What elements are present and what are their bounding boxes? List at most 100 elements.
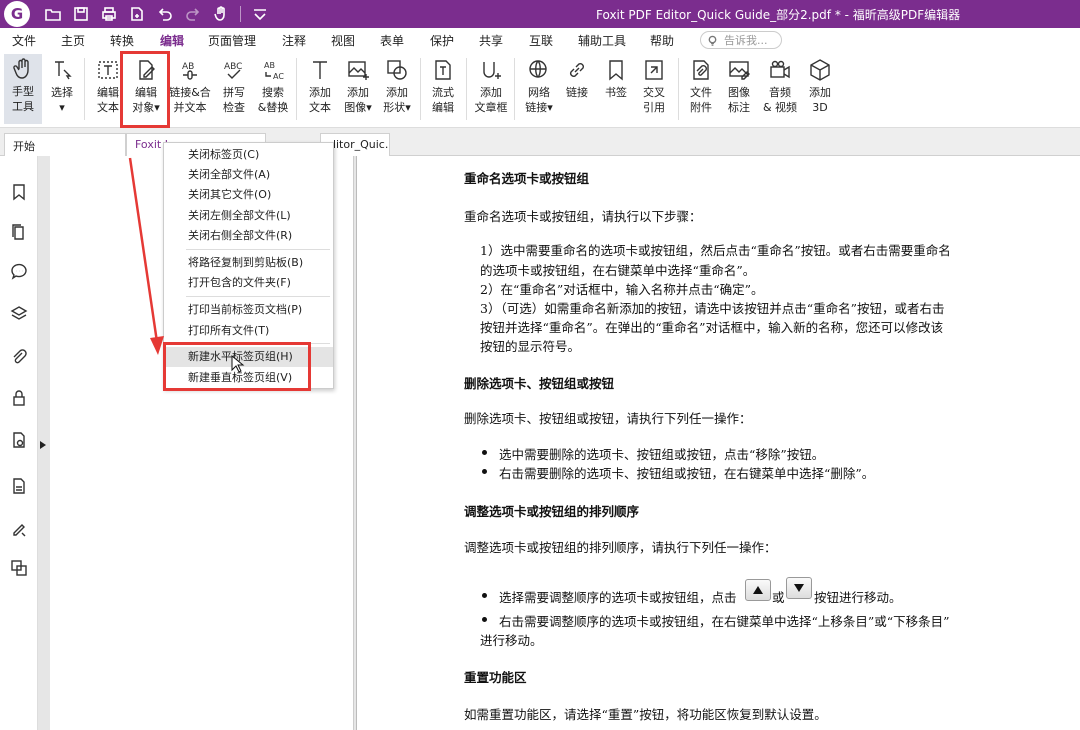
flow-edit-icon: [428, 55, 458, 85]
hand-icon: [8, 54, 38, 84]
save-icon[interactable]: [72, 5, 90, 23]
image-annotation-icon: [724, 55, 754, 85]
bookmark-panel-icon[interactable]: [9, 182, 29, 202]
menu-convert[interactable]: 转换: [110, 32, 134, 49]
select-tool-button[interactable]: 选择 ▾: [42, 55, 82, 115]
hand-tool-dropdown-icon[interactable]: [212, 5, 230, 23]
step-1-line-2: 的选项卡或按钮组，在右键菜单中选择“重命名”。: [480, 263, 756, 278]
reorder-option-2-line-2: 进行移动。: [480, 633, 543, 648]
attachments-panel-icon[interactable]: [9, 346, 29, 366]
heading-reorder: 调整选项卡或按钮组的排列顺序: [464, 504, 640, 519]
menu-print-current-tab[interactable]: 打印当前标签页文档(P): [164, 300, 333, 320]
heading-rename: 重命名选项卡或按钮组: [464, 171, 590, 186]
menu-help[interactable]: 帮助: [650, 32, 674, 49]
select-cursor-icon: [47, 55, 77, 85]
print-icon[interactable]: [100, 5, 118, 23]
hand-tool-button[interactable]: 手型 工具: [4, 54, 42, 124]
ribbon-separator: [420, 58, 421, 120]
add-text-label: 添加 文本: [309, 86, 331, 114]
customize-toolbar-icon[interactable]: [251, 5, 269, 23]
pages-panel-icon[interactable]: [9, 222, 29, 242]
menu-connect[interactable]: 互联: [529, 32, 553, 49]
tell-me-search[interactable]: 告诉我...: [700, 31, 782, 49]
menu-protect[interactable]: 保护: [430, 32, 454, 49]
menu-close-right-files[interactable]: 关闭右侧全部文件(R): [164, 226, 333, 246]
tell-me-placeholder: 告诉我...: [724, 34, 768, 47]
file-attachment-button[interactable]: 文件 附件: [681, 55, 721, 115]
menu-close-other-files[interactable]: 关闭其它文件(O): [164, 185, 333, 205]
add-text-button[interactable]: 添加 文本: [300, 55, 340, 115]
add-image-button[interactable]: 添加 图像▾: [338, 55, 378, 115]
menu-share[interactable]: 共享: [479, 32, 503, 49]
link-merge-text-button[interactable]: AB 链接&合 并文本: [169, 55, 211, 115]
window-title: Foxit PDF Editor_Quick Guide_部分2.pdf * -…: [596, 8, 961, 22]
reorder-option-1-end: 按钮进行移动。: [814, 590, 902, 605]
menu-close-tab[interactable]: 关闭标签页(C): [164, 145, 333, 165]
bookmark-label: 书签: [605, 86, 627, 99]
reorder-option-1-text: 选择需要调整顺序的选项卡或按钮组，点击: [499, 590, 737, 605]
panel-expand-arrow-icon[interactable]: [39, 440, 47, 450]
page-overlay-icon[interactable]: [9, 558, 29, 578]
paragraph-rename-intro: 重命名选项卡或按钮组，请执行以下步骤：: [464, 209, 702, 224]
lightbulb-icon: [708, 35, 717, 46]
signature-panel-icon[interactable]: [9, 430, 29, 450]
menu-page-manage[interactable]: 页面管理: [208, 32, 256, 49]
spell-check-icon: ABC: [219, 55, 249, 85]
menu-open-containing-folder[interactable]: 打开包含的文件夹(F): [164, 273, 333, 293]
highlight-box-tab-group: [163, 342, 311, 391]
menu-view[interactable]: 视图: [331, 32, 355, 49]
new-page-icon[interactable]: [128, 5, 146, 23]
spell-check-label: 拼写 检查: [223, 86, 245, 114]
add-shape-icon: [382, 55, 412, 85]
image-annotation-label: 图像 标注: [728, 86, 750, 114]
bullet: [482, 469, 487, 474]
spell-check-button[interactable]: ABC 拼写 检查: [214, 55, 254, 115]
menu-file[interactable]: 文件: [12, 32, 36, 49]
add-shape-button[interactable]: 添加 形状▾: [377, 55, 417, 115]
step-3-line-2: 按钮并选择“重命名”。在弹出的“重命名”对话框中，输入新的名称，您还可以修改该: [480, 320, 944, 335]
bookmark-button[interactable]: 书签: [596, 55, 636, 100]
audio-video-button[interactable]: 音频 & 视频: [760, 55, 800, 115]
menu-close-all-files[interactable]: 关闭全部文件(A): [164, 165, 333, 185]
add-3d-button[interactable]: 添加 3D: [800, 55, 840, 115]
ribbon-separator: [678, 58, 679, 120]
tab-start[interactable]: 开始: [4, 133, 126, 156]
menu-copy-path[interactable]: 将路径复制到剪贴板(B): [164, 253, 333, 273]
toolbar-separator: [240, 6, 241, 22]
menu-home[interactable]: 主页: [61, 32, 85, 49]
menu-edit[interactable]: 编辑: [157, 32, 187, 54]
redo-icon[interactable]: [184, 5, 202, 23]
image-annotation-button[interactable]: 图像 标注: [719, 55, 759, 115]
link-button[interactable]: 链接: [557, 55, 597, 100]
menu-print-all-files[interactable]: 打印所有文件(T): [164, 321, 333, 341]
step-2: 2）在“重命名”对话框中，输入名称并点击“确定”。: [480, 282, 764, 297]
add-text-icon: [305, 55, 335, 85]
title-bar: G Foxit PDF Editor_Quick Guide_部分2.pdf *…: [0, 0, 1080, 28]
menu-comment[interactable]: 注释: [282, 32, 306, 49]
cross-reference-button[interactable]: 交叉 引用: [634, 55, 674, 115]
add-textbox-label: 添加 文章框: [474, 86, 508, 114]
menu-close-left-files[interactable]: 关闭左侧全部文件(L): [164, 206, 333, 226]
file-attachment-icon: [686, 55, 716, 85]
heading-delete: 删除选项卡、按钮组或按钮: [464, 376, 615, 391]
layers-panel-icon[interactable]: [9, 304, 29, 324]
edit-text-icon: [93, 55, 123, 85]
open-folder-icon[interactable]: [44, 5, 62, 23]
web-link-button[interactable]: 网络 链接▾: [519, 55, 559, 115]
paragraph-reset: 如需重置功能区，请选择“重置”按钮，将功能区恢复到默认设置。: [464, 707, 827, 722]
menu-form[interactable]: 表单: [380, 32, 404, 49]
triangle-up-icon: [753, 586, 763, 594]
undo-icon[interactable]: [156, 5, 174, 23]
document-content-icon[interactable]: [9, 476, 29, 496]
pen-sign-icon[interactable]: [9, 518, 29, 538]
flow-edit-button[interactable]: 流式 编辑: [423, 55, 463, 115]
bullet: [482, 450, 487, 455]
security-lock-icon[interactable]: [9, 388, 29, 408]
add-textbox-button[interactable]: 添加 文章框: [471, 55, 511, 115]
menu-accessibility[interactable]: 辅助工具: [578, 32, 626, 49]
chain-link-icon: [562, 55, 592, 85]
delete-option-2: 右击需要删除的选项卡、按钮组或按钮，在右键菜单中选择“删除”。: [499, 466, 875, 481]
comments-panel-icon[interactable]: [9, 262, 29, 282]
svg-text:AB: AB: [182, 62, 194, 72]
search-replace-button[interactable]: AB AC 搜索 &替换: [253, 55, 293, 115]
